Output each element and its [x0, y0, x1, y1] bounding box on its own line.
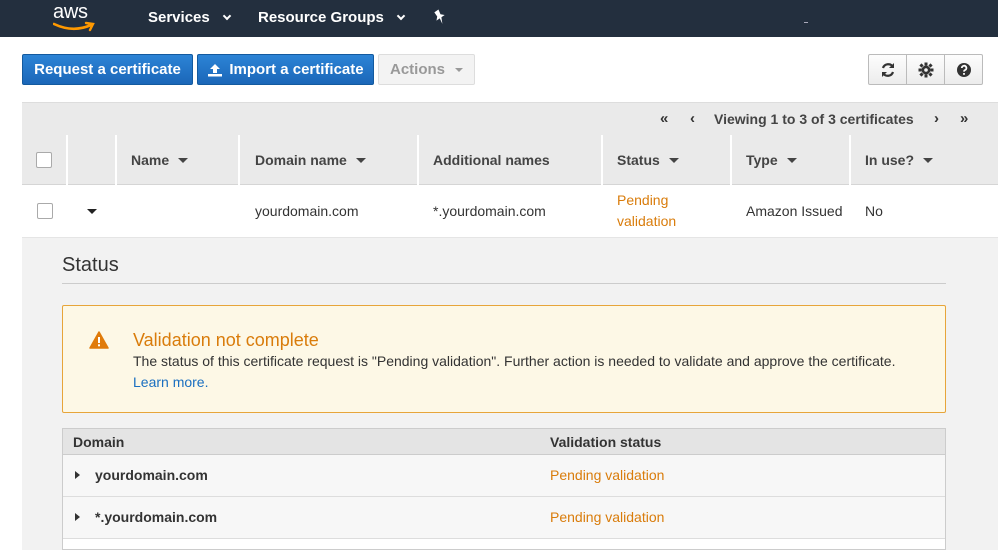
previous-page-icon[interactable]: ‹ — [690, 110, 695, 127]
column-header-name-label: Name — [131, 152, 170, 168]
caret-right-icon[interactable] — [75, 513, 80, 521]
column-header-status[interactable]: Status — [603, 135, 732, 185]
pagination-bar: « ‹ Viewing 1 to 3 of 3 certificates › » — [22, 102, 998, 135]
validation-alert: Validation not complete The status of th… — [62, 305, 946, 413]
row-in-use: No — [865, 203, 883, 219]
column-header-domain[interactable]: Domain name — [241, 135, 419, 185]
validation-header-domain: Domain — [73, 434, 125, 450]
row-domain: yourdomain.com — [255, 203, 359, 219]
aws-logo[interactable]: aws — [53, 1, 97, 33]
row-status: Pending validation — [617, 185, 676, 237]
upload-icon — [208, 63, 223, 76]
row-additional-names: *.yourdomain.com — [433, 203, 546, 219]
validation-table: Domain Validation status yourdomain.com … — [62, 428, 946, 550]
validation-row[interactable]: yourdomain.com Pending validation — [63, 455, 945, 497]
select-all-cell — [22, 135, 68, 185]
actions-label: Actions — [389, 61, 445, 78]
import-certificate-button[interactable]: Import a certificate — [197, 54, 374, 85]
request-certificate-button[interactable]: Request a certificate — [22, 54, 193, 85]
next-page-icon[interactable]: › — [934, 110, 939, 127]
alert-message: The status of this certificate request i… — [133, 353, 896, 369]
refresh-button[interactable] — [868, 54, 907, 85]
services-menu[interactable]: Services — [148, 9, 231, 26]
validation-domain: *.yourdomain.com — [95, 509, 218, 525]
table-row[interactable]: yourdomain.com *.yourdomain.com Pending … — [22, 185, 998, 238]
sort-caret-icon — [923, 157, 934, 163]
sort-caret-icon — [668, 157, 679, 163]
gear-icon — [918, 62, 933, 77]
certificate-detail-panel: Status Validation not complete The statu… — [22, 238, 998, 550]
validation-status: Pending validation — [550, 467, 665, 483]
request-certificate-label: Request a certificate — [34, 61, 181, 78]
import-certificate-label: Import a certificate — [229, 61, 364, 78]
column-header-name[interactable]: Name — [117, 135, 240, 185]
row-checkbox[interactable] — [37, 203, 53, 219]
alert-title: Validation not complete — [133, 330, 319, 350]
row-expand-toggle[interactable] — [87, 185, 97, 237]
row-select-cell — [37, 185, 53, 237]
chevron-down-icon — [396, 11, 406, 21]
expand-column-header — [68, 135, 117, 185]
column-header-additional-label: Additional names — [433, 152, 550, 168]
resource-groups-menu[interactable]: Resource Groups — [258, 9, 406, 26]
services-label: Services — [148, 9, 210, 26]
certificates-table-header: Name Domain name Additional names Status… — [22, 135, 998, 185]
first-page-icon[interactable]: « — [660, 110, 668, 127]
caret-down-icon — [87, 208, 97, 214]
help-icon — [956, 62, 971, 77]
top-nav: aws Services Resource Groups — [0, 0, 998, 37]
validation-table-header: Domain Validation status — [63, 429, 945, 455]
smile-icon — [53, 21, 95, 32]
help-button[interactable] — [944, 54, 983, 85]
chevron-down-icon — [222, 11, 231, 21]
column-header-type-label: Type — [746, 152, 778, 168]
pin-icon[interactable] — [433, 9, 447, 28]
learn-more-link[interactable]: Learn more. — [133, 374, 208, 390]
detail-section-title: Status — [62, 254, 119, 276]
row-status-line1: Pending — [617, 192, 669, 208]
column-header-additional-names[interactable]: Additional names — [419, 135, 603, 185]
sort-caret-icon — [786, 157, 797, 163]
column-header-in-use-label: In use? — [865, 152, 915, 168]
pagination-text: Viewing 1 to 3 of 3 certificates — [714, 111, 914, 127]
refresh-icon — [881, 62, 894, 77]
divider — [62, 283, 946, 284]
actions-button[interactable]: Actions — [378, 54, 475, 85]
nav-separator — [804, 22, 808, 23]
validation-status: Pending validation — [550, 509, 665, 525]
validation-header-status: Validation status — [550, 434, 662, 450]
caret-right-icon[interactable] — [75, 471, 80, 479]
column-header-in-use[interactable]: In use? — [851, 135, 998, 185]
warning-icon — [89, 331, 109, 352]
column-header-type[interactable]: Type — [732, 135, 851, 185]
toolbar-icon-group — [868, 54, 983, 85]
resource-groups-label: Resource Groups — [258, 9, 384, 26]
validation-domain: yourdomain.com — [95, 467, 208, 483]
row-type: Amazon Issued — [746, 203, 843, 219]
settings-button[interactable] — [906, 54, 945, 85]
sort-caret-icon — [178, 157, 189, 163]
column-header-status-label: Status — [617, 152, 660, 168]
sort-caret-icon — [355, 157, 366, 163]
caret-down-icon — [455, 67, 463, 72]
column-header-domain-label: Domain name — [255, 152, 347, 168]
last-page-icon[interactable]: » — [960, 110, 968, 127]
select-all-checkbox[interactable] — [36, 152, 52, 168]
validation-row[interactable]: *.yourdomain.com Pending validation — [63, 497, 945, 539]
row-status-line2: validation — [617, 213, 677, 229]
